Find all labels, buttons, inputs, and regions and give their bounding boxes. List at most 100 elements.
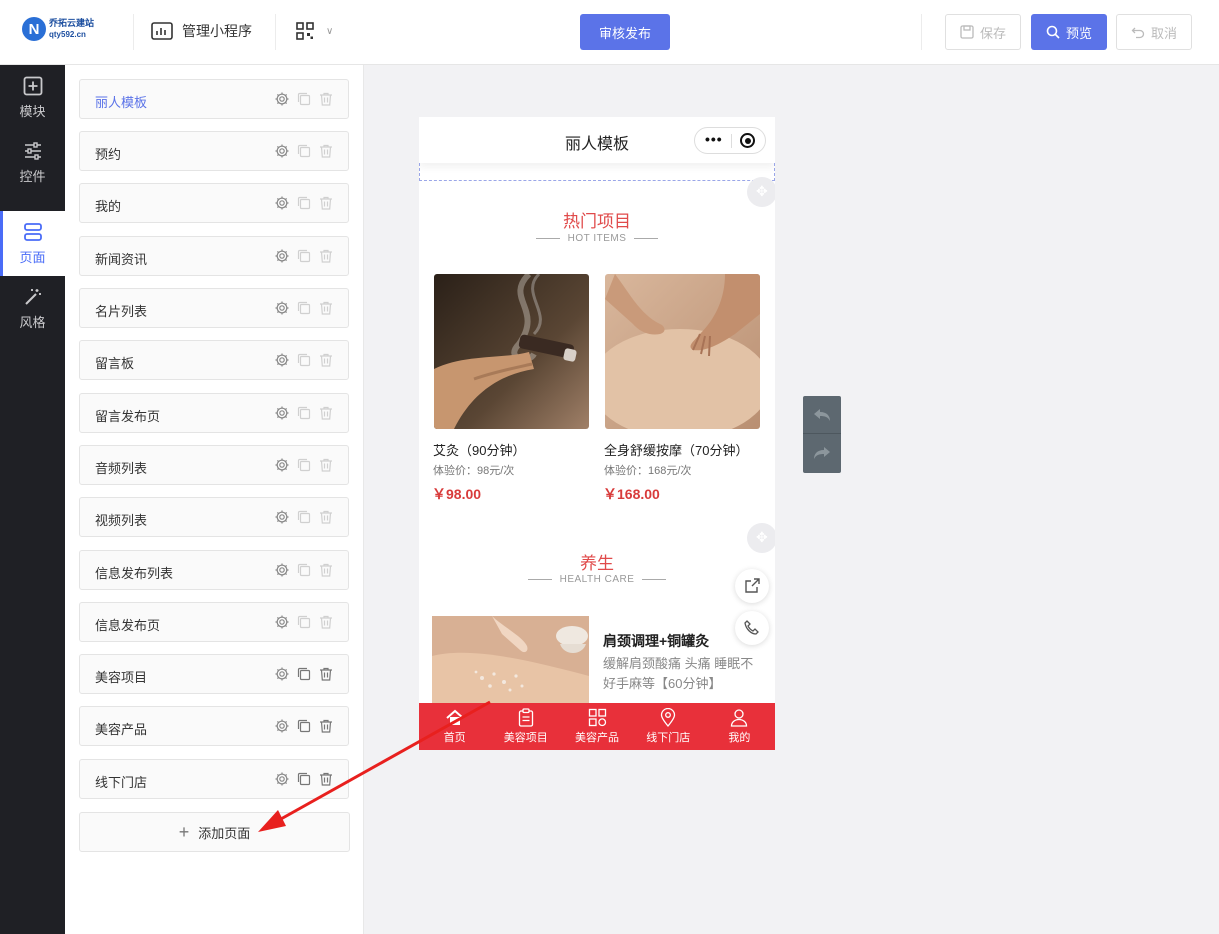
page-delete-button[interactable] [318,248,334,269]
page-delete-button[interactable] [318,614,334,635]
grid-icon [588,708,606,727]
page-delete-button[interactable] [318,143,334,164]
sidebar-item-controls[interactable]: 控件 [0,130,65,195]
sidebar-item-modules[interactable]: 模块 [0,65,65,130]
logo-mark: N [22,17,46,41]
page-settings-button[interactable] [274,352,290,373]
page-delete-button[interactable] [318,666,334,687]
undo-button[interactable] [803,396,841,434]
product-image-massage[interactable] [605,274,760,429]
page-settings-button[interactable] [274,562,290,583]
trash-icon [320,301,332,315]
page-settings-button[interactable] [274,666,290,687]
review-publish-button[interactable]: 审核发布 [580,14,670,50]
gear-icon [275,196,289,210]
section-title-health: 养生 [580,554,614,573]
capsule-menu[interactable]: ••• [694,127,766,154]
page-list-item[interactable]: 音频列表 [79,445,349,485]
page-settings-button[interactable] [274,509,290,530]
health-care-image[interactable] [432,616,589,706]
sidebar-item-style[interactable]: 风格 [0,276,65,341]
save-button[interactable]: 保存 [945,14,1021,50]
page-settings-button[interactable] [274,457,290,478]
page-delete-button[interactable] [318,300,334,321]
phone-icon [744,620,759,635]
sidebar: 模块 控件 页面 风格 [0,65,65,934]
section-subtitle-hot: HOT ITEMS [419,233,775,244]
page-copy-button[interactable] [296,300,312,321]
page-list-item[interactable]: 视频列表 [79,497,349,537]
page-settings-button[interactable] [274,143,290,164]
page-copy-button[interactable] [296,143,312,164]
move-icon[interactable] [747,177,775,207]
gear-icon [275,353,289,367]
divider [133,14,134,50]
selected-module-outline [419,163,775,181]
page-list-item[interactable]: 丽人模板 [79,79,349,119]
page-copy-button[interactable] [296,562,312,583]
page-copy-button[interactable] [296,614,312,635]
preview-button[interactable]: 预览 [1031,14,1107,50]
page-list-item-label: 美容项目 [95,670,148,685]
page-settings-button[interactable] [274,300,290,321]
page-list-item-label: 美容产品 [95,722,148,737]
copy-icon [297,510,311,524]
share-button[interactable] [735,569,769,603]
page-settings-button[interactable] [274,248,290,269]
page-copy-button[interactable] [296,405,312,426]
gear-icon [275,92,289,106]
tab-beauty-items[interactable]: 美容项目 [490,703,561,750]
page-delete-button[interactable] [318,405,334,426]
page-list-item-label: 丽人模板 [95,95,148,110]
gear-icon [275,144,289,158]
divider [921,14,922,50]
copy-icon [297,301,311,315]
page-list-item[interactable]: 信息发布列表 [79,550,349,590]
page-delete-button[interactable] [318,457,334,478]
cancel-button[interactable]: 取消 [1116,14,1192,50]
page-list-item[interactable]: 信息发布页 [79,602,349,642]
page-delete-button[interactable] [318,562,334,583]
tab-mine[interactable]: 我的 [704,703,775,750]
page-settings-button[interactable] [274,405,290,426]
sidebar-item-pages[interactable]: 页面 [0,211,65,276]
sliders-icon [24,141,41,160]
page-settings-button[interactable] [274,195,290,216]
page-list-item[interactable]: 新闻资讯 [79,236,349,276]
page-list-item[interactable]: 我的 [79,183,349,223]
page-delete-button[interactable] [318,195,334,216]
page-list-item[interactable]: 留言板 [79,340,349,380]
page-delete-button[interactable] [318,509,334,530]
trash-icon [320,144,332,158]
page-list-item[interactable]: 留言发布页 [79,393,349,433]
page-copy-button[interactable] [296,509,312,530]
logo-name: 乔拓云建站 [49,18,95,28]
tab-beauty-products[interactable]: 美容产品 [561,703,632,750]
page-copy-button[interactable] [296,666,312,687]
tab-stores[interactable]: 线下门店 [633,703,704,750]
page-copy-button[interactable] [296,195,312,216]
page-copy-button[interactable] [296,457,312,478]
page-list-item[interactable]: 美容项目 [79,654,349,694]
page-list-item[interactable]: 预约 [79,131,349,171]
page-list-item[interactable]: 名片列表 [79,288,349,328]
page-settings-button[interactable] [274,614,290,635]
user-icon [731,709,748,727]
manage-miniprogram-button[interactable]: 管理小程序 [151,21,252,41]
product-image-moxibustion[interactable] [434,274,589,429]
page-copy-button[interactable] [296,91,312,112]
copy-icon [297,667,311,681]
page-copy-button[interactable] [296,248,312,269]
page-copy-button[interactable] [296,352,312,373]
health-item-desc: 缓解肩颈酸痛 头痛 睡眠不好手麻等【60分钟】 [603,656,754,691]
trash-icon [320,510,332,524]
redo-button[interactable] [803,434,841,472]
page-settings-button[interactable] [274,91,290,112]
product-price: ￥98.00 [432,486,482,502]
qr-code-dropdown[interactable]: ∨ [296,22,333,40]
page-delete-button[interactable] [318,352,334,373]
phone-call-button[interactable] [735,611,769,645]
page-list-item-label: 我的 [95,199,122,214]
page-delete-button[interactable] [318,91,334,112]
trash-icon [320,458,332,472]
